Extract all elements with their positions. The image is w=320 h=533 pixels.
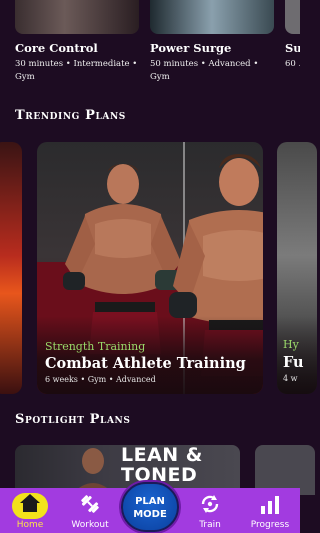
- nav-label: Workout: [71, 520, 109, 530]
- plan-title: Su: [285, 41, 300, 55]
- plan-title: Fu: [283, 354, 304, 371]
- plan-title: Core Control: [15, 41, 98, 55]
- plan-thumbnail: [150, 0, 274, 34]
- home-icon: [20, 494, 40, 512]
- plan-card-power-surge[interactable]: Power Surge 50 minutes • Advanced • Gym: [150, 0, 274, 84]
- plan-title: Combat Athlete Training: [45, 355, 246, 372]
- nav-train[interactable]: Train: [188, 488, 232, 533]
- spotlight-banner-text: LEAN & TONED: [121, 445, 203, 486]
- nav-label: Home: [16, 520, 44, 530]
- plan-mode-label-line1: PLAN: [135, 496, 165, 507]
- refresh-icon: [201, 495, 219, 513]
- plan-title: Power Surge: [150, 41, 232, 55]
- plan-meta: 60 … B: [285, 59, 300, 69]
- section-title-trending: Trending Plans: [15, 108, 126, 123]
- nav-workout[interactable]: Workout: [66, 488, 114, 533]
- plan-mode-button[interactable]: PLAN MODE: [121, 482, 179, 532]
- plan-meta: 6 weeks • Gym • Advanced: [45, 375, 156, 384]
- plan-thumbnail: [15, 0, 139, 34]
- plan-card-partial[interactable]: Su 60 … B: [285, 0, 300, 71]
- trending-card-combat-athlete[interactable]: Strength Training Combat Athlete Trainin…: [37, 142, 263, 394]
- plan-meta: 50 minutes • Advanced • Gym: [150, 59, 259, 82]
- trending-card-previous[interactable]: [0, 142, 22, 394]
- bar-chart-icon: [261, 496, 279, 514]
- plan-meta: 30 minutes • Intermediate • Gym: [15, 59, 138, 82]
- trending-card-next[interactable]: Hy Fu 4 w: [277, 142, 317, 394]
- top-plans-carousel: Core Control 30 minutes • Intermediate •…: [0, 0, 300, 96]
- plan-meta: 4 w: [283, 374, 298, 383]
- nav-progress[interactable]: Progress: [246, 488, 294, 533]
- plan-category: Strength Training: [45, 340, 146, 353]
- nav-label: Train: [199, 520, 221, 530]
- nav-label: Progress: [250, 520, 290, 530]
- dumbbell-icon: [81, 495, 99, 513]
- nav-home[interactable]: Home: [8, 488, 52, 533]
- plan-category: Hy: [283, 338, 299, 351]
- plan-thumbnail: [285, 0, 300, 34]
- plan-card-core-control[interactable]: Core Control 30 minutes • Intermediate •…: [15, 0, 139, 84]
- trending-card-info: Strength Training Combat Athlete Trainin…: [45, 340, 259, 384]
- section-title-spotlight: Spotlight Plans: [15, 412, 131, 427]
- plan-mode-label-line2: MODE: [133, 509, 167, 520]
